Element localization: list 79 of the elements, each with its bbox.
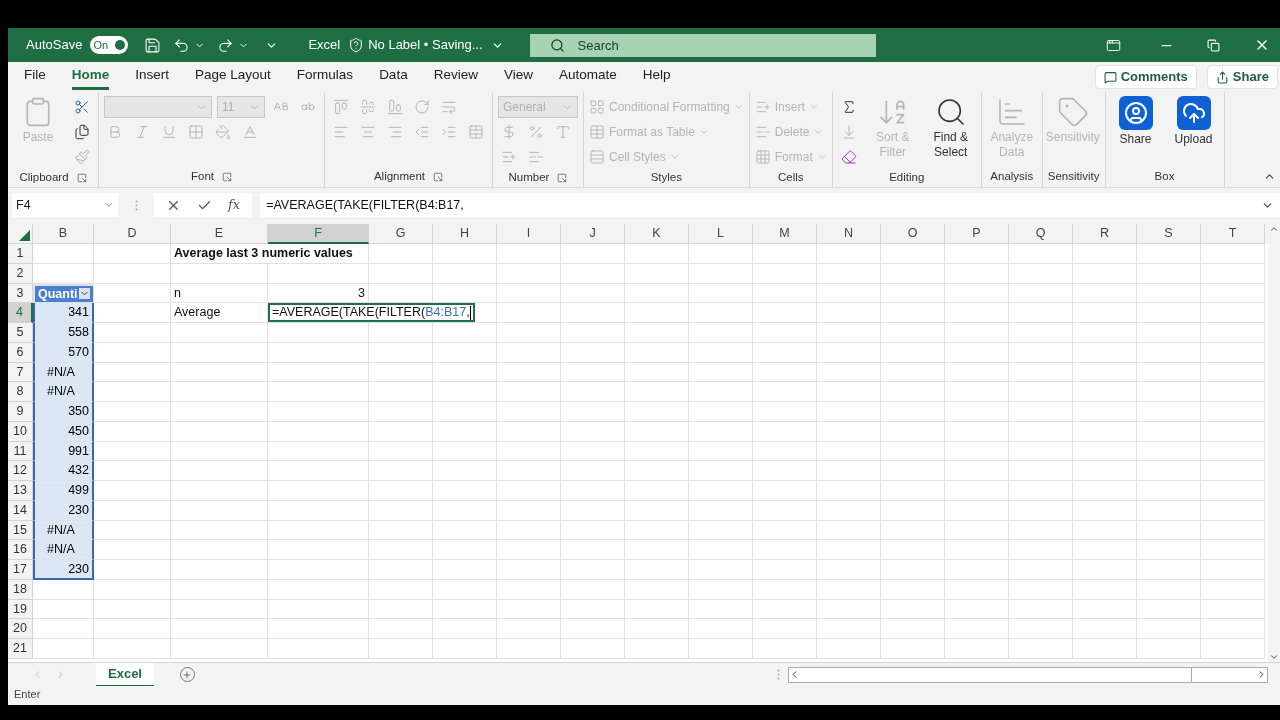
menu-tab[interactable]: Review xyxy=(433,64,478,90)
column-header-cell[interactable]: R xyxy=(1073,224,1137,244)
column-header-cell[interactable]: K xyxy=(625,224,689,244)
table-cell: 350 xyxy=(33,402,94,422)
group-label: Number xyxy=(508,169,550,185)
search-field[interactable]: Search xyxy=(529,33,876,57)
column-header-cell[interactable]: G xyxy=(369,224,433,244)
table-cell: 499 xyxy=(33,481,94,501)
share-button[interactable]: Share xyxy=(1206,65,1278,89)
column-header-cell[interactable]: Q xyxy=(1009,224,1073,244)
table-cell: 991 xyxy=(33,441,94,462)
row-header[interactable]: 8 xyxy=(8,382,33,402)
group-label: Styles xyxy=(650,169,683,185)
app-name: Excel xyxy=(308,36,341,55)
group-label: Font xyxy=(191,169,214,185)
row-header[interactable]: 17 xyxy=(8,560,33,580)
insert-function-button[interactable]: fx xyxy=(228,195,241,215)
menu-tab[interactable]: View xyxy=(503,64,533,90)
table-cell: 230 xyxy=(33,560,94,580)
group-label: Analysis xyxy=(990,169,1034,185)
menu-tab[interactable]: Help xyxy=(642,64,671,90)
ribbon-button[interactable]: Share xyxy=(1110,96,1161,147)
row-header[interactable]: 13 xyxy=(8,481,33,501)
column-header-cell[interactable]: H xyxy=(433,224,497,244)
group-label: Cells xyxy=(777,169,804,185)
formula-field[interactable]: =AVERAGE(TAKE(FILTER(B4:B17, xyxy=(260,193,1280,217)
column-header-cell[interactable]: J xyxy=(561,224,625,244)
column-header-cell[interactable]: T xyxy=(1201,224,1265,244)
table-cell: #N/A xyxy=(33,520,94,541)
column-header-cell[interactable]: S xyxy=(1137,224,1201,244)
column-header-cell[interactable]: N xyxy=(817,224,881,244)
row-header[interactable]: 9 xyxy=(8,402,33,422)
table-cell: 570 xyxy=(33,342,94,363)
menu-tab[interactable]: Page Layout xyxy=(195,64,271,90)
table-cell: 341 xyxy=(33,303,94,323)
row-header[interactable]: 1 xyxy=(8,244,33,264)
row-header[interactable]: 21 xyxy=(8,639,33,659)
column-header-cell[interactable]: P xyxy=(945,224,1009,244)
comments-button[interactable]: Comments xyxy=(1094,65,1197,89)
column-header-cell[interactable]: I xyxy=(497,224,561,244)
table-cell: 558 xyxy=(33,323,94,343)
column-header-cell[interactable]: D xyxy=(94,224,171,244)
menu-tab[interactable]: File xyxy=(24,64,46,90)
group-label: Editing xyxy=(889,169,925,185)
autosave-toggle[interactable]: On xyxy=(90,36,129,54)
menu-tab[interactable]: Formulas xyxy=(296,64,354,90)
status-mode: Enter xyxy=(14,687,41,702)
group-label: Sensitivity xyxy=(1047,169,1100,185)
column-header-cell[interactable]: O xyxy=(881,224,945,244)
table-cell: #N/A xyxy=(33,382,94,402)
table-header-cell[interactable]: Quanti xyxy=(33,283,94,304)
ribbon-button[interactable]: Find & Select xyxy=(925,96,976,160)
sheet-tab[interactable]: Excel xyxy=(96,662,154,687)
column-header-cell[interactable]: B xyxy=(33,224,94,244)
table-cell: 230 xyxy=(33,500,94,521)
menu-tab[interactable]: Insert xyxy=(135,64,170,90)
row-header[interactable]: 4 xyxy=(8,303,33,323)
column-header-cell[interactable]: L xyxy=(689,224,753,244)
table-cell: 432 xyxy=(33,461,94,481)
table-cell: 450 xyxy=(33,421,94,442)
ribbon-button[interactable]: Upload xyxy=(1168,96,1219,147)
autosave-label: AutoSave xyxy=(26,36,83,55)
row-header[interactable]: 20 xyxy=(8,619,33,639)
document-status: No Label • Saving... xyxy=(368,36,483,55)
group-label: Alignment xyxy=(373,169,426,185)
column-header-cell[interactable]: M xyxy=(753,224,817,244)
menu-tab[interactable]: Data xyxy=(379,64,408,90)
row-header[interactable]: 16 xyxy=(8,540,33,560)
group-label: Clipboard xyxy=(19,169,69,185)
table-cell: #N/A xyxy=(33,362,94,383)
row-header[interactable]: 12 xyxy=(8,461,33,481)
group-label: Box xyxy=(1154,169,1175,185)
name-box[interactable]: F4 xyxy=(12,193,118,217)
table-cell: n xyxy=(171,283,268,304)
table-cell: Average last 3 numeric values xyxy=(171,244,369,264)
menu-tab[interactable]: Automate xyxy=(558,64,617,90)
row-header[interactable]: 5 xyxy=(8,323,33,343)
table-cell: #N/A xyxy=(33,540,94,560)
column-header-cell[interactable]: F xyxy=(268,224,369,244)
